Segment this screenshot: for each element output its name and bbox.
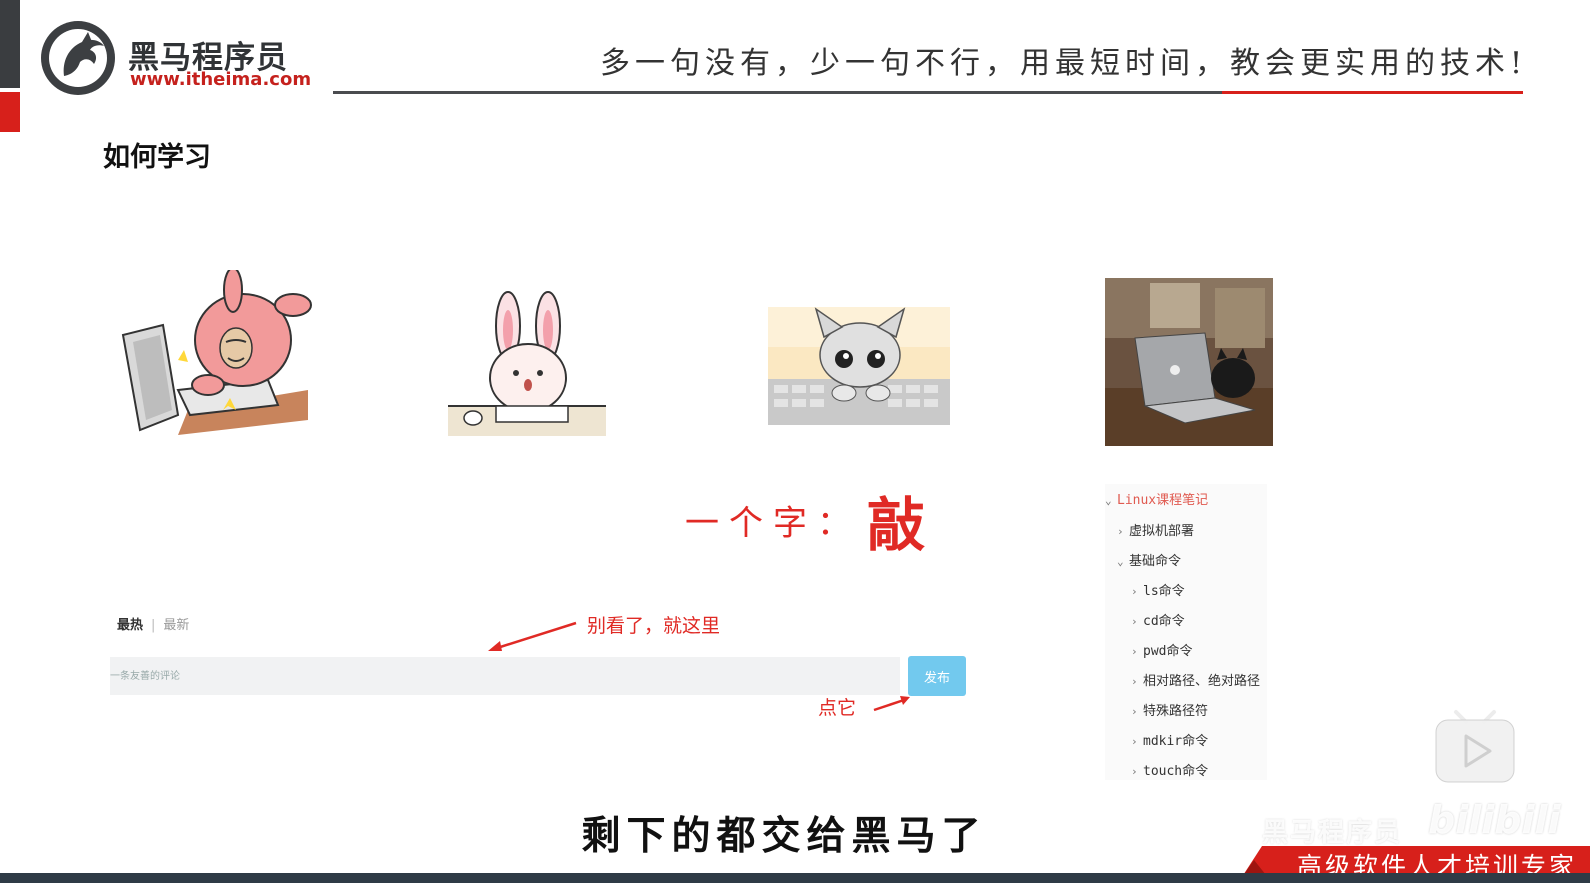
tree-item-label: 特殊路径符 [1143, 704, 1209, 719]
tree-item-label: cd命令 [1143, 614, 1185, 629]
chevron-right-icon: › [1131, 705, 1138, 718]
tree-item-ls[interactable]: › ls命令 [1131, 580, 1185, 599]
channel-watermark: 黑马程序员 [1262, 818, 1403, 848]
publish-button[interactable]: 发布 [908, 656, 966, 696]
bunny-typing-sticker [448, 291, 606, 436]
section-title: 如何学习 [103, 142, 211, 173]
tree-item-label: mdkir命令 [1143, 734, 1209, 749]
tree-item-label: ls命令 [1143, 584, 1185, 599]
chevron-right-icon: › [1131, 675, 1138, 688]
course-notes-tree: ⌄ Linux课程笔记 › 虚拟机部署 ⌄ 基础命令 › ls命令 › cd命令 › pwd… [1105, 484, 1267, 780]
chevron-right-icon: › [1131, 585, 1138, 598]
chevron-down-icon: ⌄ [1117, 555, 1124, 568]
tree-item-basic-commands[interactable]: ⌄ 基础命令 [1117, 550, 1181, 569]
tree-item-mkdir[interactable]: › mdkir命令 [1131, 730, 1208, 749]
horse-logo-icon [41, 21, 115, 95]
tree-item-vm-deploy[interactable]: › 虚拟机部署 [1117, 520, 1194, 539]
header-divider-accent [1222, 91, 1523, 94]
key-phrase-prefix: 一个字： [685, 503, 861, 544]
play-icon[interactable] [1434, 706, 1516, 784]
tree-item-special-paths[interactable]: › 特殊路径符 [1131, 700, 1208, 719]
hint-look-here: 别看了，就这里 [587, 615, 721, 637]
footer-band [0, 873, 1590, 883]
arrow-to-input-icon [488, 621, 577, 651]
bilibili-watermark: bilibili [1428, 798, 1561, 842]
tab-separator: | [151, 618, 156, 633]
tab-hottest[interactable]: 最热 [117, 618, 143, 633]
edge-red-bar [0, 92, 20, 132]
tree-item-paths[interactable]: › 相对路径、绝对路径 [1131, 670, 1260, 689]
key-phrase: 一个字：敲 [685, 478, 925, 562]
chevron-down-icon: ⌄ [1105, 494, 1112, 507]
tree-item-label: 相对路径、绝对路径 [1143, 674, 1261, 689]
chevron-right-icon: › [1131, 765, 1138, 778]
brand-url: www.itheima.com [130, 69, 312, 90]
chevron-right-icon: › [1131, 735, 1138, 748]
comment-input[interactable] [110, 657, 900, 695]
tree-item-label: 基础命令 [1129, 554, 1182, 569]
tree-item-cd[interactable]: › cd命令 [1131, 610, 1185, 629]
chevron-right-icon: › [1117, 525, 1124, 538]
cat-laptop-photo [1105, 278, 1273, 446]
comment-sort-tabs: 最热 | 最新 [117, 614, 189, 633]
key-phrase-word: 敲 [867, 491, 926, 559]
tree-item-label: pwd命令 [1143, 644, 1193, 659]
tree-root-linux-notes[interactable]: ⌄ Linux课程笔记 [1105, 489, 1208, 508]
edge-dark-bar [0, 0, 20, 88]
tree-item-label: touch命令 [1143, 764, 1209, 779]
tree-item-pwd[interactable]: › pwd命令 [1131, 640, 1192, 659]
slogan: 多一句没有，少一句不行，用最短时间，教会更实用的技术! [600, 46, 1528, 81]
tree-root-label: Linux课程笔记 [1117, 493, 1209, 508]
chevron-right-icon: › [1131, 615, 1138, 628]
hint-click-it: 点它 [818, 697, 857, 719]
tree-item-touch[interactable]: › touch命令 [1131, 760, 1208, 779]
cat-keyboard-sticker [768, 307, 950, 425]
tree-item-label: 虚拟机部署 [1129, 524, 1195, 539]
tab-newest[interactable]: 最新 [163, 618, 189, 633]
chevron-right-icon: › [1131, 645, 1138, 658]
arrow-to-button-icon [873, 696, 910, 712]
rabbit-typing-sticker [121, 270, 312, 435]
